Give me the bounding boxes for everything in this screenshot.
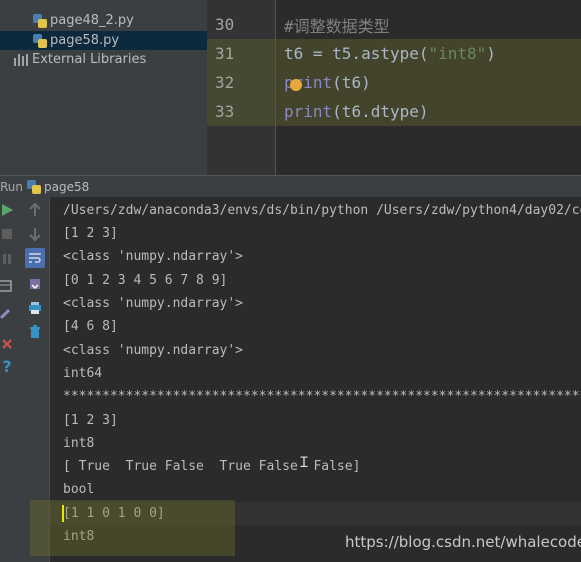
code-text: print(t6.dtype) bbox=[284, 102, 429, 121]
python-file-icon bbox=[33, 33, 47, 48]
console-line: <class 'numpy.ndarray'> bbox=[63, 343, 244, 358]
close-icon[interactable] bbox=[0, 335, 16, 353]
stop-icon[interactable] bbox=[0, 225, 16, 243]
tree-item-page48-2[interactable]: page48_2.py bbox=[0, 11, 207, 30]
line-number: 32 bbox=[215, 73, 235, 92]
console-line: [0 1 2 3 4 5 6 7 8 9] bbox=[63, 273, 228, 288]
console-line: [1 2 3] bbox=[63, 226, 118, 241]
console-line: [ True True False True False False] bbox=[63, 459, 361, 474]
console-line: int8 bbox=[63, 436, 95, 451]
python-file-icon bbox=[27, 179, 42, 194]
console-line: /Users/zdw/anaconda3/envs/ds/bin/python … bbox=[63, 203, 581, 218]
console-line: [4 6 8] bbox=[63, 319, 118, 334]
scroll-up-icon[interactable] bbox=[26, 201, 44, 219]
code-token: t6 = t5.astype( bbox=[284, 44, 429, 63]
tree-item-external-libraries[interactable]: External Libraries bbox=[0, 50, 207, 69]
mouse-ibeam-icon: Ｉ bbox=[297, 455, 311, 471]
code-line-32[interactable]: 32 print(t6) bbox=[207, 68, 581, 97]
console-separator: ****************************************… bbox=[63, 389, 581, 404]
text-caret bbox=[62, 505, 64, 522]
code-token: "int8" bbox=[428, 44, 487, 63]
scroll-to-end-icon[interactable] bbox=[26, 275, 44, 293]
console-line: <class 'numpy.ndarray'> bbox=[63, 249, 244, 264]
tree-item-label: page48_2.py bbox=[50, 13, 134, 28]
console-line: bool bbox=[63, 482, 95, 497]
code-line-33[interactable]: 33 print(t6.dtype) bbox=[207, 97, 581, 126]
console-output[interactable]: /Users/zdw/anaconda3/envs/ds/bin/python … bbox=[50, 197, 581, 562]
line-number: 30 bbox=[215, 15, 235, 34]
code-token: ) bbox=[486, 44, 496, 63]
python-file-icon bbox=[33, 13, 47, 28]
tree-item-label: External Libraries bbox=[32, 52, 147, 67]
project-tree-panel: page48_2.py page58.py External Libraries bbox=[0, 0, 207, 175]
pin-icon[interactable] bbox=[0, 305, 14, 323]
run-toolbar: ? bbox=[0, 197, 50, 562]
run-tool-header: Run page58 bbox=[0, 175, 581, 197]
console-line: [1 2 3] bbox=[63, 413, 118, 428]
layout-icon[interactable] bbox=[0, 277, 14, 295]
code-token: (t6) bbox=[332, 73, 371, 92]
intention-bulb-icon[interactable] bbox=[290, 79, 302, 91]
console-line: <class 'numpy.ndarray'> bbox=[63, 296, 244, 311]
soft-wrap-icon[interactable] bbox=[25, 248, 45, 268]
code-token: print bbox=[284, 102, 333, 121]
line-number: 31 bbox=[215, 44, 235, 63]
trash-icon[interactable] bbox=[26, 323, 44, 341]
run-label: Run bbox=[0, 179, 24, 194]
print-icon[interactable] bbox=[26, 299, 44, 317]
code-token: (t6.dtype) bbox=[332, 102, 429, 121]
code-token: #调整数据类型 bbox=[284, 16, 390, 36]
run-config-tab[interactable]: page58 bbox=[27, 179, 90, 194]
code-text: t6 = t5.astype("int8") bbox=[284, 44, 496, 63]
run-config-label: page58 bbox=[44, 179, 90, 194]
watermark: https://blog.csdn.net/whalecode bbox=[345, 533, 581, 551]
tree-item-page58[interactable]: page58.py bbox=[0, 31, 207, 50]
line-number: 33 bbox=[215, 102, 235, 121]
rerun-icon[interactable] bbox=[0, 201, 16, 219]
tree-item-label: page58.py bbox=[50, 33, 120, 48]
code-line-30[interactable]: 30 #调整数据类型 bbox=[207, 10, 581, 39]
code-line-31[interactable]: 31 t6 = t5.astype("int8") bbox=[207, 39, 581, 68]
library-icon bbox=[13, 53, 29, 66]
console-line: int64 bbox=[63, 366, 103, 381]
help-icon[interactable]: ? bbox=[0, 357, 16, 376]
scroll-down-icon[interactable] bbox=[26, 225, 44, 243]
code-text: #调整数据类型 bbox=[284, 13, 390, 37]
console-line-current: [1 1 0 1 0 0] bbox=[50, 502, 581, 525]
pause-icon[interactable] bbox=[0, 250, 16, 268]
code-editor[interactable]: 30 #调整数据类型 31 t6 = t5.astype("int8") 32 … bbox=[207, 0, 581, 175]
